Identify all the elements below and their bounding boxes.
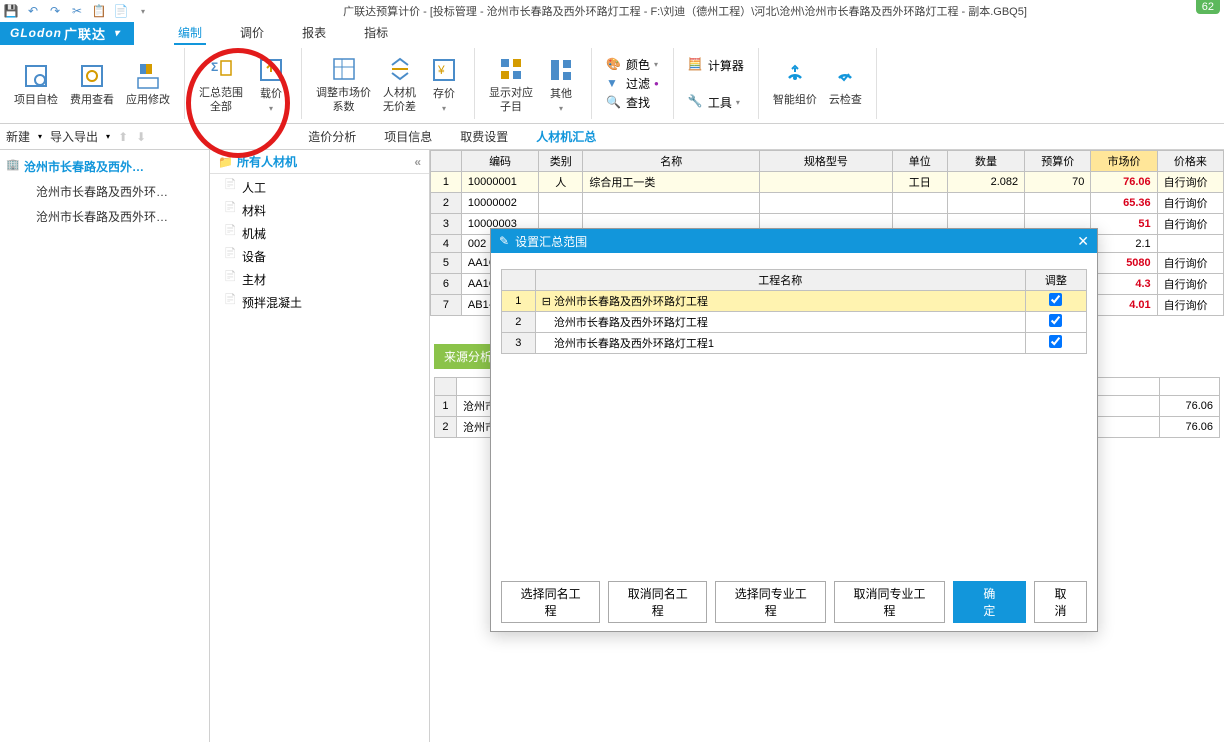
material-panel: 📁 所有人材机 « 人工材料机械设备主材预拌混凝土 bbox=[210, 150, 430, 742]
btn-filter[interactable]: ▼过滤 ● bbox=[606, 75, 659, 92]
grid-row[interactable]: 21000000265.36自行询价 bbox=[431, 193, 1224, 214]
btn-calculator[interactable]: 🧮计算器 bbox=[688, 57, 744, 74]
tab-baobiao[interactable]: 报表 bbox=[298, 22, 330, 45]
btn-no-price-diff[interactable]: 人材机 无价差 bbox=[377, 51, 422, 115]
material-category[interactable]: 设备 bbox=[210, 245, 429, 268]
btn-move-down-icon[interactable]: ⬇ bbox=[136, 130, 146, 144]
btn-import-export[interactable]: 导入导出 bbox=[50, 128, 98, 145]
folder-icon: 📁 bbox=[218, 155, 233, 169]
modal-row[interactable]: 2 沧州市长春路及西外环路灯工程 bbox=[502, 312, 1087, 333]
brand-bar: GLodon广联达 ▾ 编制 调价 报表 指标 bbox=[0, 22, 1224, 44]
modal-title-text: 设置汇总范围 bbox=[515, 233, 587, 250]
svg-text:Σ: Σ bbox=[211, 60, 218, 74]
grid-row[interactable]: 110000001人综合用工一类工日2.0827076.06自行询价 bbox=[431, 172, 1224, 193]
collapse-icon[interactable]: « bbox=[414, 155, 421, 169]
material-category[interactable]: 材料 bbox=[210, 199, 429, 222]
btn-new[interactable]: 新建 bbox=[6, 128, 30, 145]
btn-cancel[interactable]: 取消 bbox=[1034, 581, 1087, 623]
modal-project-table[interactable]: 工程名称调整 1⊟ 沧州市长春路及西外环路灯工程2 沧州市长春路及西外环路灯工程… bbox=[501, 269, 1087, 354]
subtab-project-info[interactable]: 项目信息 bbox=[370, 124, 446, 149]
save-icon[interactable]: 💾 bbox=[4, 4, 18, 18]
tab-tiaojia[interactable]: 调价 bbox=[236, 22, 268, 45]
btn-apply-modify[interactable]: 应用修改 bbox=[120, 58, 176, 109]
btn-show-corresponding[interactable]: 显示对应 子目 bbox=[483, 51, 539, 115]
modal-footer: 选择同名工程 取消同名工程 选择同专业工程 取消同专业工程 确定 取消 bbox=[491, 573, 1097, 631]
qat-dropdown-icon[interactable]: ▾ bbox=[136, 4, 150, 18]
titlebar: 💾 ↶ ↷ ✂ 📋 📄 ▾ 广联达预算计价 - [投标管理 - 沧州市长春路及西… bbox=[0, 0, 1224, 22]
grid-header[interactable]: 预算价 bbox=[1025, 151, 1091, 172]
btn-save-price[interactable]: ¥存价▾ bbox=[422, 52, 466, 114]
modal-row[interactable]: 1⊟ 沧州市长春路及西外环路灯工程 bbox=[502, 291, 1087, 312]
quick-access-toolbar: 💾 ↶ ↷ ✂ 📋 📄 ▾ bbox=[4, 4, 150, 18]
btn-smart-price[interactable]: 智能组价 bbox=[767, 58, 823, 109]
tab-bianzhi[interactable]: 编制 bbox=[174, 22, 206, 45]
col-adjust: 调整 bbox=[1025, 270, 1086, 291]
undo-icon[interactable]: ↶ bbox=[26, 4, 40, 18]
material-category[interactable]: 人工 bbox=[210, 176, 429, 199]
modal-summary-scope: ✎ 设置汇总范围 ✕ 工程名称调整 1⊟ 沧州市长春路及西外环路灯工程2 沧州市… bbox=[490, 228, 1098, 632]
material-category[interactable]: 预拌混凝土 bbox=[210, 291, 429, 314]
modal-icon: ✎ bbox=[499, 234, 509, 248]
btn-tools[interactable]: 🔧工具 ▾ bbox=[688, 94, 744, 111]
subtab-cost-analysis[interactable]: 造价分析 bbox=[294, 124, 370, 149]
cut-icon[interactable]: ✂ bbox=[70, 4, 84, 18]
notification-badge[interactable]: 62 bbox=[1196, 0, 1220, 14]
grid-header[interactable]: 名称 bbox=[583, 151, 760, 172]
brand-en: GLodon bbox=[10, 26, 62, 40]
adjust-checkbox[interactable] bbox=[1049, 293, 1062, 306]
modal-titlebar[interactable]: ✎ 设置汇总范围 ✕ bbox=[491, 229, 1097, 253]
window-title: 广联达预算计价 - [投标管理 - 沧州市长春路及西外环路灯工程 - F:\刘迪… bbox=[150, 3, 1220, 19]
project-child[interactable]: 沧州市长春路及西外环… bbox=[0, 179, 209, 204]
btn-select-same-name[interactable]: 选择同名工程 bbox=[501, 581, 600, 623]
sub-tabs: 造价分析 项目信息 取费设置 人材机汇总 bbox=[294, 124, 610, 149]
subtab-material-summary[interactable]: 人材机汇总 bbox=[522, 124, 610, 149]
modal-row[interactable]: 3 沧州市长春路及西外环路灯工程1 bbox=[502, 333, 1087, 354]
grid-header[interactable]: 编码 bbox=[461, 151, 538, 172]
sub-toolbar: 新建▾ 导入导出▾ ⬆ ⬇ 造价分析 项目信息 取费设置 人材机汇总 bbox=[0, 124, 1224, 150]
btn-cloud-check[interactable]: 云检查 bbox=[823, 58, 868, 109]
project-child[interactable]: 沧州市长春路及西外环… bbox=[0, 204, 209, 229]
main-tabs: 编制 调价 报表 指标 bbox=[174, 22, 392, 45]
grid-header[interactable]: 类别 bbox=[539, 151, 583, 172]
brand-logo[interactable]: GLodon广联达 ▾ bbox=[0, 22, 134, 45]
svg-text:¥: ¥ bbox=[437, 63, 445, 77]
ribbon: 项目自检 费用查看 应用修改 Σ汇总范围 全部 载价▾ 调整市场价 系数 人材机… bbox=[0, 44, 1224, 124]
btn-project-selfcheck[interactable]: 项目自检 bbox=[8, 58, 64, 109]
grid-header[interactable]: 市场价 bbox=[1091, 151, 1157, 172]
adjust-checkbox[interactable] bbox=[1049, 314, 1062, 327]
material-header: 📁 所有人材机 « bbox=[210, 150, 429, 174]
btn-find[interactable]: 🔍查找 bbox=[606, 94, 659, 111]
btn-load-price[interactable]: 载价▾ bbox=[249, 52, 293, 114]
btn-summary-scope[interactable]: Σ汇总范围 全部 bbox=[193, 51, 249, 115]
copy-icon[interactable]: 📋 bbox=[92, 4, 106, 18]
project-root[interactable]: 沧州市长春路及西外… bbox=[0, 154, 209, 179]
brand-cn: 广联达 bbox=[64, 24, 106, 43]
project-tree: 沧州市长春路及西外… 沧州市长春路及西外环… 沧州市长春路及西外环… bbox=[0, 150, 210, 742]
btn-adjust-market-coef[interactable]: 调整市场价 系数 bbox=[310, 51, 377, 115]
brand-dropdown-icon[interactable]: ▾ bbox=[114, 28, 120, 39]
btn-other[interactable]: 其他▾ bbox=[539, 52, 583, 114]
adjust-checkbox[interactable] bbox=[1049, 335, 1062, 348]
btn-cancel-same-major[interactable]: 取消同专业工程 bbox=[834, 581, 945, 623]
col-project-name: 工程名称 bbox=[535, 270, 1025, 291]
btn-color[interactable]: 🎨颜色 ▾ bbox=[606, 56, 659, 73]
btn-ok[interactable]: 确定 bbox=[953, 581, 1026, 623]
btn-move-up-icon[interactable]: ⬆ bbox=[118, 130, 128, 144]
btn-select-same-major[interactable]: 选择同专业工程 bbox=[715, 581, 826, 623]
redo-icon[interactable]: ↷ bbox=[48, 4, 62, 18]
grid-header[interactable]: 规格型号 bbox=[760, 151, 893, 172]
material-category[interactable]: 机械 bbox=[210, 222, 429, 245]
grid-header[interactable]: 单位 bbox=[892, 151, 947, 172]
material-category[interactable]: 主材 bbox=[210, 268, 429, 291]
grid-header[interactable]: 价格来 bbox=[1157, 151, 1223, 172]
grid-header[interactable]: 数量 bbox=[947, 151, 1024, 172]
tab-zhibiao[interactable]: 指标 bbox=[360, 22, 392, 45]
btn-fee-view[interactable]: 费用查看 bbox=[64, 58, 120, 109]
subtab-fee-setting[interactable]: 取费设置 bbox=[446, 124, 522, 149]
paste-icon[interactable]: 📄 bbox=[114, 4, 128, 18]
modal-close-icon[interactable]: ✕ bbox=[1077, 233, 1089, 250]
btn-cancel-same-name[interactable]: 取消同名工程 bbox=[608, 581, 707, 623]
